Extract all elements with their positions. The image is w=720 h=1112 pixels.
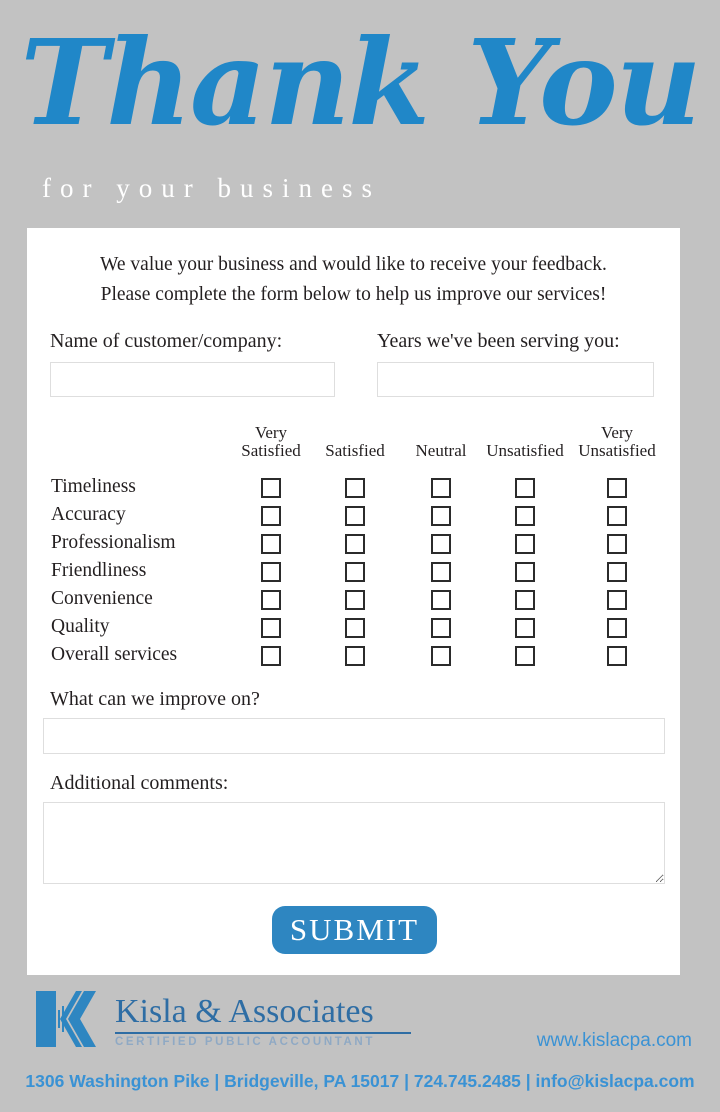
rating-checkbox[interactable] bbox=[345, 506, 365, 526]
intro-line-1: We value your business and would like to… bbox=[100, 254, 607, 275]
rating-checkbox[interactable] bbox=[431, 590, 451, 610]
rating-checkbox[interactable] bbox=[345, 590, 365, 610]
rating-checkbox[interactable] bbox=[607, 534, 627, 554]
rating-checkbox[interactable] bbox=[515, 506, 535, 526]
rating-checkbox[interactable] bbox=[431, 534, 451, 554]
rating-checkbox[interactable] bbox=[607, 506, 627, 526]
rating-checkbox[interactable] bbox=[515, 562, 535, 582]
years-label: Years we've been serving you: bbox=[377, 330, 620, 352]
rating-checkbox[interactable] bbox=[431, 562, 451, 582]
rating-checkbox[interactable] bbox=[515, 646, 535, 666]
matrix-row-label: Convenience bbox=[51, 588, 153, 609]
contact-line[interactable]: 1306 Washington Pike | Bridgeville, PA 1… bbox=[0, 1069, 720, 1093]
feedback-form-card: We value your business and would like to… bbox=[27, 228, 680, 975]
rating-checkbox[interactable] bbox=[607, 562, 627, 582]
rating-checkbox[interactable] bbox=[345, 618, 365, 638]
matrix-column-header: Very Unsatisfied bbox=[557, 424, 677, 460]
company-name: Kisla & Associates bbox=[115, 993, 374, 1030]
improve-label: What can we improve on? bbox=[50, 688, 260, 710]
rating-checkbox[interactable] bbox=[607, 618, 627, 638]
rating-checkbox[interactable] bbox=[261, 618, 281, 638]
rating-checkbox[interactable] bbox=[515, 618, 535, 638]
header-subtitle: for your business bbox=[42, 173, 381, 203]
comments-label: Additional comments: bbox=[50, 772, 229, 794]
rating-checkbox[interactable] bbox=[431, 646, 451, 666]
matrix-column-header-line1: Very bbox=[600, 423, 634, 442]
rating-checkbox[interactable] bbox=[607, 590, 627, 610]
kisla-k-logo-icon bbox=[36, 991, 96, 1047]
years-input[interactable] bbox=[377, 362, 654, 397]
page-header: Thank You for your business bbox=[0, 0, 720, 228]
rating-checkbox[interactable] bbox=[431, 506, 451, 526]
matrix-row-label: Timeliness bbox=[51, 476, 136, 497]
matrix-row-label: Quality bbox=[51, 616, 110, 637]
rating-checkbox[interactable] bbox=[345, 534, 365, 554]
website-link[interactable]: www.kislacpa.com bbox=[537, 1030, 692, 1052]
rating-checkbox[interactable] bbox=[515, 534, 535, 554]
rating-checkbox[interactable] bbox=[261, 562, 281, 582]
rating-checkbox[interactable] bbox=[515, 590, 535, 610]
matrix-row-label: Overall services bbox=[51, 644, 178, 665]
rating-checkbox[interactable] bbox=[431, 478, 451, 498]
name-label: Name of customer/company: bbox=[50, 330, 283, 352]
matrix-row-label: Accuracy bbox=[51, 504, 126, 525]
thank-you-title: Thank You bbox=[20, 13, 701, 152]
rating-checkbox[interactable] bbox=[261, 590, 281, 610]
rating-checkbox[interactable] bbox=[261, 534, 281, 554]
intro-text: We value your business and would like to… bbox=[27, 250, 680, 310]
rating-checkbox[interactable] bbox=[607, 478, 627, 498]
rating-checkbox[interactable] bbox=[431, 618, 451, 638]
rating-checkbox[interactable] bbox=[261, 478, 281, 498]
rating-checkbox[interactable] bbox=[345, 478, 365, 498]
name-input[interactable] bbox=[50, 362, 335, 397]
page-footer: Kisla & Associates CERTIFIED PUBLIC ACCO… bbox=[0, 975, 720, 1112]
rating-checkbox[interactable] bbox=[345, 562, 365, 582]
improve-input[interactable] bbox=[43, 718, 665, 754]
matrix-column-header-line1: Very bbox=[254, 423, 288, 442]
rating-matrix: Very Satisfied Satisfied Neutral Unsatisfied… bbox=[27, 423, 680, 666]
matrix-row-label: Professionalism bbox=[51, 532, 176, 553]
matrix-row-label: Friendliness bbox=[51, 560, 147, 581]
rating-checkbox[interactable] bbox=[345, 646, 365, 666]
rating-checkbox[interactable] bbox=[515, 478, 535, 498]
intro-line-2: Please complete the form below to help u… bbox=[100, 284, 607, 305]
rating-checkbox[interactable] bbox=[261, 506, 281, 526]
company-tagline: CERTIFIED PUBLIC ACCOUNTANT bbox=[115, 1036, 375, 1048]
rating-checkbox[interactable] bbox=[607, 646, 627, 666]
submit-button[interactable]: SUBMIT bbox=[272, 906, 437, 954]
logo-wordmark: Kisla & Associates CERTIFIED PUBLIC ACCO… bbox=[115, 993, 425, 1050]
matrix-column-header-line2: Unsatisfied bbox=[578, 441, 656, 460]
comments-textarea[interactable] bbox=[43, 802, 665, 884]
rating-checkbox[interactable] bbox=[261, 646, 281, 666]
